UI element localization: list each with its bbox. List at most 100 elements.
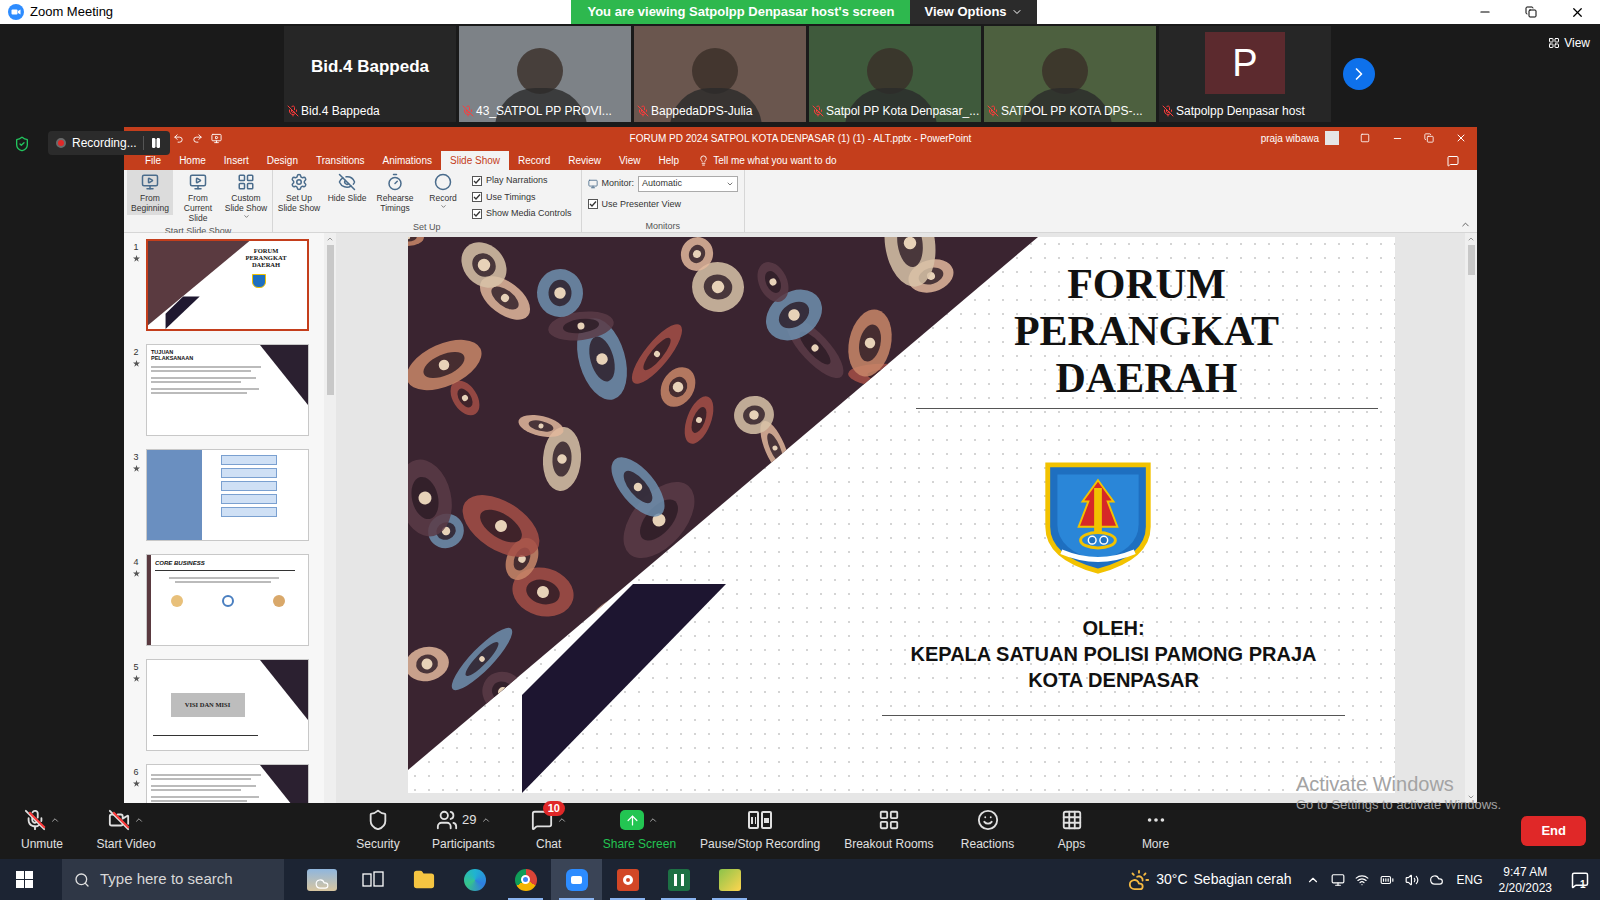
ribbon-tab[interactable]: Review — [559, 151, 610, 170]
present-icon[interactable] — [211, 133, 222, 144]
scroll-down-icon[interactable] — [1467, 793, 1475, 801]
taskbar-app[interactable] — [296, 859, 347, 900]
notification-button[interactable]: 1 — [1560, 859, 1600, 900]
taskbar-search[interactable]: Type here to search — [62, 859, 284, 900]
taskbar-app[interactable] — [398, 859, 449, 900]
restore-button[interactable] — [1508, 0, 1554, 24]
checkbox-row[interactable]: Use Timings — [472, 191, 572, 205]
video-tile[interactable]: PSatpolpp Denpasar host — [1159, 26, 1331, 122]
ribbon-button[interactable]: From Beginning — [127, 170, 173, 215]
tray-overflow-icon[interactable] — [1306, 873, 1320, 887]
caret-icon[interactable] — [50, 815, 60, 825]
slide-thumbnail[interactable]: CORE BUSINESS — [146, 554, 309, 646]
checkbox[interactable] — [472, 209, 482, 219]
ribbon-tab[interactable]: View — [610, 151, 650, 170]
toolbar-button[interactable]: 29Participants — [420, 809, 507, 853]
tell-me-box[interactable]: Tell me what you want to do — [688, 151, 836, 170]
toolbar-button[interactable]: Share Screen — [591, 809, 688, 853]
ribbon-tab[interactable]: Home — [170, 151, 215, 170]
checkbox-row[interactable]: Play Narrations — [472, 174, 572, 188]
thumbnail-row[interactable]: 1FORUM PERANGKAT DAERAH — [124, 239, 324, 344]
slide-thumbnail[interactable]: TUJUAN PELAKSANAAN — [146, 344, 309, 436]
ribbon-tab[interactable]: Help — [650, 151, 689, 170]
taskbar-app[interactable] — [704, 859, 755, 900]
scroll-up-icon[interactable] — [326, 235, 334, 243]
recording-indicator[interactable]: Recording... — [48, 131, 170, 155]
monitor-select[interactable]: Automatic — [638, 176, 738, 192]
taskbar-app[interactable] — [449, 859, 500, 900]
video-tile[interactable]: SATPOL PP KOTA DPS-... — [984, 26, 1156, 122]
tray-display-icon[interactable] — [1331, 873, 1345, 887]
view-button[interactable]: View — [1548, 34, 1590, 52]
comments-icon[interactable] — [1447, 155, 1459, 167]
taskbar-app[interactable] — [551, 859, 602, 900]
ribbon-tab[interactable]: Animations — [374, 151, 441, 170]
toolbar-button[interactable]: Start Video — [84, 809, 168, 853]
taskbar-app[interactable] — [347, 859, 398, 900]
ribbon-display-button[interactable] — [1349, 133, 1381, 143]
language-indicator[interactable]: ENG — [1457, 871, 1483, 889]
ribbon-button[interactable]: Set Up Slide Show — [276, 170, 322, 215]
thumbnail-row[interactable]: 4CORE BUSINESS — [124, 554, 324, 659]
checkbox[interactable] — [472, 192, 482, 202]
next-page-button[interactable] — [1343, 58, 1375, 90]
checkbox-row[interactable]: Use Presenter View — [588, 198, 739, 212]
close-button[interactable] — [1554, 0, 1600, 24]
toolbar-button[interactable]: Reactions — [946, 809, 1030, 853]
ribbon-button[interactable]: Record — [420, 170, 466, 212]
thumbnail-row[interactable]: 5VISI DAN MISI — [124, 659, 324, 764]
onedrive-icon[interactable] — [1429, 873, 1444, 887]
toolbar-button[interactable]: 10Chat — [507, 809, 591, 853]
thumbnail-scrollbar[interactable] — [324, 233, 336, 803]
ppt-close-button[interactable] — [1445, 132, 1477, 144]
thumbnail-row[interactable]: 6 — [124, 764, 324, 803]
wifi-icon[interactable] — [1355, 873, 1369, 887]
volume-icon[interactable] — [1405, 873, 1419, 887]
thumbnail-row[interactable]: 2TUJUAN PELAKSANAAN — [124, 344, 324, 449]
ribbon-tab[interactable]: Insert — [215, 151, 258, 170]
video-tile[interactable]: BappedaDPS-Julia — [634, 26, 806, 122]
slide-thumbnail[interactable]: VISI DAN MISI — [146, 659, 309, 751]
redo-icon[interactable] — [192, 133, 203, 144]
ribbon-tab[interactable]: Transitions — [307, 151, 374, 170]
scroll-up-icon[interactable] — [1467, 235, 1475, 243]
caret-icon[interactable] — [557, 815, 567, 825]
pause-icon[interactable] — [150, 137, 162, 149]
taskbar-app[interactable] — [653, 859, 704, 900]
ppt-minimize-button[interactable] — [1381, 133, 1413, 144]
ribbon-button[interactable]: From Current Slide — [175, 170, 221, 225]
caret-icon[interactable] — [134, 815, 144, 825]
weather-widget[interactable]: 30°CSebagian cerah — [1120, 869, 1299, 891]
view-options-button[interactable]: View Options — [910, 0, 1036, 24]
end-button[interactable]: End — [1521, 816, 1586, 846]
taskbar-app[interactable] — [602, 859, 653, 900]
caret-icon[interactable] — [648, 815, 658, 825]
undo-icon[interactable] — [173, 133, 184, 144]
toolbar-button[interactable]: Breakout Rooms — [832, 809, 945, 853]
toolbar-button[interactable]: Apps — [1030, 809, 1114, 853]
video-tile[interactable]: 43_SATPOL PP PROVI... — [459, 26, 631, 122]
minimize-button[interactable] — [1462, 0, 1508, 24]
clock[interactable]: 9:47 AM2/20/2023 — [1491, 864, 1560, 896]
battery-icon[interactable] — [1379, 873, 1395, 887]
start-button[interactable] — [0, 859, 48, 900]
video-tile[interactable]: Satpol PP Kota Denpasar_... — [809, 26, 981, 122]
checkbox-row[interactable]: Show Media Controls — [472, 207, 572, 221]
collapse-ribbon-icon[interactable] — [1460, 219, 1471, 230]
toolbar-button[interactable]: Unmute — [0, 809, 84, 853]
slide-scrollbar[interactable] — [1465, 233, 1477, 803]
video-tile[interactable]: Bid.4 BappedaBid.4 Bappeda — [284, 26, 456, 122]
ribbon-button[interactable]: Custom Slide Show — [223, 170, 269, 222]
encryption-shield-icon[interactable] — [14, 136, 30, 152]
caret-icon[interactable] — [481, 815, 491, 825]
ribbon-tab[interactable]: Record — [509, 151, 559, 170]
slide-thumbnail[interactable] — [146, 764, 309, 803]
toolbar-button[interactable]: More — [1114, 809, 1198, 853]
ppt-restore-button[interactable] — [1413, 133, 1445, 143]
thumbnail-row[interactable]: 3 — [124, 449, 324, 554]
ribbon-button[interactable]: Rehearse Timings — [372, 170, 418, 215]
checkbox[interactable] — [588, 199, 598, 209]
taskbar-app[interactable] — [500, 859, 551, 900]
toolbar-button[interactable]: Pause/Stop Recording — [688, 809, 832, 853]
ribbon-tab[interactable]: Slide Show — [441, 151, 509, 170]
